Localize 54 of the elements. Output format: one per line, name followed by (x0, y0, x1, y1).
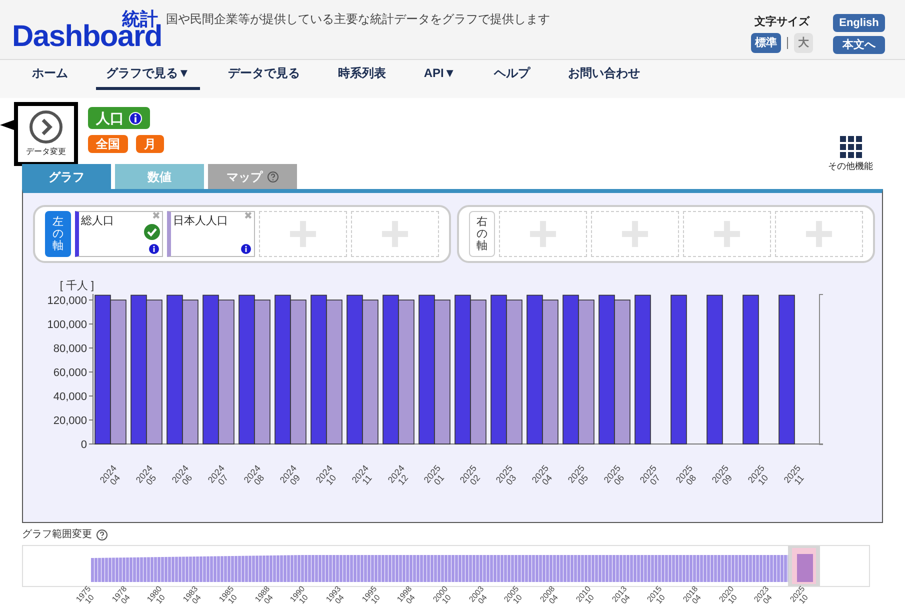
tagline: 国や民間企業等が提供している主要な統計データをグラフで提供します (166, 11, 550, 28)
series-slot[interactable]: 総人口 ✖ (75, 211, 163, 257)
nav-link[interactable]: API▼ (414, 60, 466, 90)
y-axis-label: [ 千人 ] (60, 280, 94, 292)
nav-link[interactable]: グラフで見る▼ (96, 60, 200, 90)
y-tick-label: 80,000 (53, 343, 87, 355)
add-series-slot[interactable] (591, 211, 679, 257)
dataset-title-text: 人口 (96, 108, 124, 128)
dataset-title[interactable]: 人口 (88, 107, 150, 129)
plus-icon (530, 221, 556, 247)
plus-icon (806, 221, 832, 247)
info-icon[interactable] (129, 112, 142, 124)
chevron-right-icon (29, 110, 63, 144)
tab[interactable]: グラフ (22, 164, 111, 189)
add-series-slot[interactable] (775, 211, 863, 257)
other-functions-label: その他機能 (828, 160, 873, 173)
nav-link[interactable]: ホーム (22, 60, 78, 90)
series-slot[interactable]: 日本人人口 ✖ (167, 211, 255, 257)
add-series-slot[interactable] (351, 211, 439, 257)
pointer-arrow (0, 118, 14, 132)
nav-link[interactable]: ヘルプ (484, 60, 540, 90)
plus-icon (622, 221, 648, 247)
help-icon[interactable] (96, 528, 108, 540)
grid-icon[interactable] (840, 136, 862, 158)
series-name: 総人口 (81, 214, 114, 229)
y-tick-label: 20,000 (53, 415, 87, 427)
info-icon[interactable] (241, 244, 251, 254)
series-name: 日本人人口 (173, 214, 228, 229)
y-tick-label: 0 (80, 439, 87, 451)
dataset-tag: 月 (136, 135, 164, 153)
header-button[interactable]: 本文へ (833, 36, 885, 54)
font-size-label: 文字サイズ (754, 14, 810, 30)
nav-link[interactable]: お問い合わせ (558, 60, 650, 90)
header-button[interactable]: English (833, 14, 885, 32)
dataset-tag: 全国 (88, 135, 128, 153)
plus-icon (382, 221, 408, 247)
add-series-slot[interactable] (499, 211, 587, 257)
axis-label[interactable]: 左の軸 (45, 211, 71, 257)
font-size-button[interactable]: 標準 (751, 32, 781, 53)
y-tick-label: 40,000 (53, 391, 87, 403)
range-label: グラフ範囲変更 (22, 528, 92, 542)
data-change-button[interactable]: データ変更 (14, 102, 78, 166)
axis-label[interactable]: 右の軸 (469, 211, 495, 257)
nav-link[interactable]: データで見る (218, 60, 310, 90)
y-tick-label: 120,000 (47, 295, 87, 307)
add-series-slot[interactable] (259, 211, 347, 257)
nav-link[interactable]: 時系列表 (328, 60, 396, 90)
info-icon[interactable] (149, 244, 159, 254)
plus-icon (290, 221, 316, 247)
y-tick-label: 60,000 (53, 367, 87, 379)
add-series-slot[interactable] (683, 211, 771, 257)
plus-icon (714, 221, 740, 247)
y-tick-label: 100,000 (47, 319, 87, 331)
check-icon (144, 224, 160, 240)
